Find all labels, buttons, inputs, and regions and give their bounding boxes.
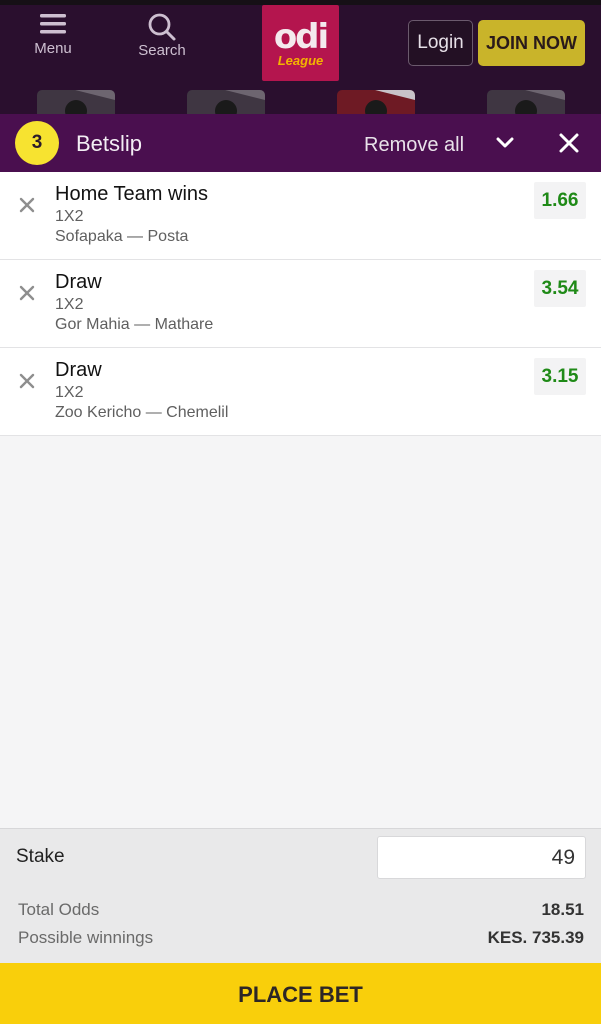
remove-bet-icon[interactable] xyxy=(16,194,38,216)
bet-selection: Draw xyxy=(55,359,102,381)
bet-row: Draw 1X2 Zoo Kericho — Chemelil 3.15 xyxy=(0,348,601,436)
bet-selection: Home Team wins xyxy=(55,183,209,205)
bet-selection: Draw xyxy=(55,271,102,293)
betslip-header: 3 Betslip Remove all xyxy=(0,114,601,172)
bet-count-badge: 3 xyxy=(15,121,59,165)
bet-row: Draw 1X2 Gor Mahia — Mathare 3.54 xyxy=(0,260,601,348)
stake-input[interactable] xyxy=(377,836,586,879)
search-label: Search xyxy=(138,42,186,59)
bet-market: 1X2 xyxy=(55,296,84,313)
bet-match: Zoo Kericho — Chemelil xyxy=(55,404,229,421)
remove-all-button[interactable]: Remove all xyxy=(364,134,464,157)
remove-bet-icon[interactable] xyxy=(16,282,38,304)
login-button[interactable]: Login xyxy=(408,20,473,66)
total-odds-label: Total Odds xyxy=(18,900,100,919)
place-bet-button[interactable]: PLACE BET xyxy=(0,963,601,1024)
menu-button[interactable]: Menu xyxy=(18,12,88,72)
bet-odds: 3.54 xyxy=(534,270,586,307)
search-button[interactable]: Search xyxy=(127,12,197,72)
bet-summary-panel: Stake Total Odds 18.51 Possible winnings… xyxy=(0,828,601,963)
chevron-down-icon[interactable] xyxy=(494,132,516,154)
game-thumbnails-strip xyxy=(0,90,601,114)
possible-winnings-value: KES. 735.39 xyxy=(487,928,584,947)
bet-list: Home Team wins 1X2 Sofapaka — Posta 1.66… xyxy=(0,172,601,436)
total-odds-value: 18.51 xyxy=(541,900,584,919)
betslip-title: Betslip xyxy=(76,131,143,156)
hamburger-icon xyxy=(40,14,66,34)
bet-market: 1X2 xyxy=(55,208,84,225)
logo-main-text: odi xyxy=(273,17,329,57)
top-navigation-bar: Menu Search odi League Login JOIN NOW xyxy=(0,0,601,114)
game-thumbnail[interactable] xyxy=(487,90,565,114)
game-thumbnail[interactable] xyxy=(187,90,265,114)
stake-label: Stake xyxy=(16,846,65,867)
possible-winnings-label: Possible winnings xyxy=(18,928,154,947)
bet-odds: 1.66 xyxy=(534,182,586,219)
betslip-empty-area xyxy=(0,436,601,828)
menu-label: Menu xyxy=(34,40,72,57)
remove-bet-icon[interactable] xyxy=(16,370,38,392)
bet-odds: 3.15 xyxy=(534,358,586,395)
bet-row: Home Team wins 1X2 Sofapaka — Posta 1.66 xyxy=(0,172,601,260)
close-icon[interactable] xyxy=(557,131,581,155)
game-thumbnail[interactable] xyxy=(37,90,115,114)
game-thumbnail[interactable] xyxy=(337,90,415,114)
search-icon xyxy=(148,13,176,41)
join-now-button[interactable]: JOIN NOW xyxy=(478,20,585,66)
bet-match: Sofapaka — Posta xyxy=(55,228,189,245)
bet-match: Gor Mahia — Mathare xyxy=(55,316,214,333)
bet-market: 1X2 xyxy=(55,384,84,401)
odi-league-logo[interactable]: odi League xyxy=(262,5,339,81)
